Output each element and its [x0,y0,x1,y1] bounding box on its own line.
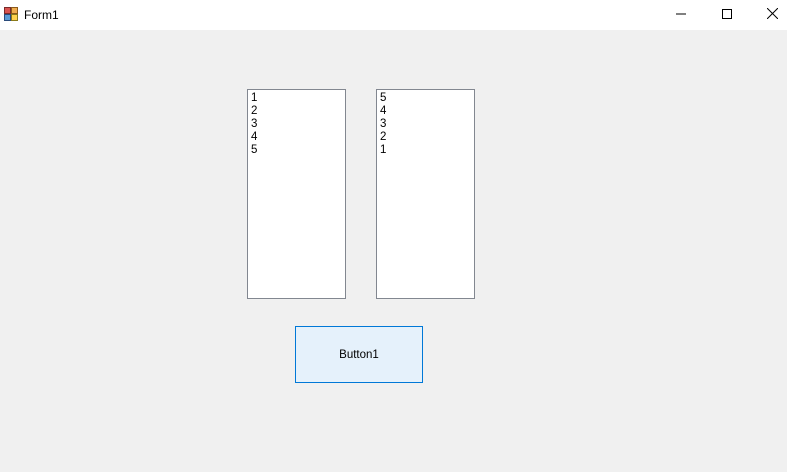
title-bar[interactable]: Form1 [0,0,787,30]
button1[interactable]: Button1 [295,326,423,383]
listbox2-item[interactable]: 1 [380,144,474,157]
button1-label: Button1 [339,348,379,361]
listbox1-item[interactable]: 3 [251,118,345,131]
minimize-button[interactable] [658,0,704,30]
window-title: Form1 [24,8,59,22]
listbox1[interactable]: 1 2 3 4 5 [247,89,346,299]
listbox2-item[interactable]: 4 [380,105,474,118]
form1-window: Form1 1 2 3 4 5 5 4 3 2 1 Button1 [0,0,787,472]
listbox2-item[interactable]: 2 [380,131,474,144]
listbox2-item[interactable]: 5 [380,92,474,105]
minimize-icon [676,6,686,24]
listbox1-item[interactable]: 5 [251,144,345,157]
listbox2-item[interactable]: 3 [380,118,474,131]
listbox1-item[interactable]: 1 [251,92,345,105]
close-button[interactable] [749,0,787,30]
listbox2[interactable]: 5 4 3 2 1 [376,89,475,299]
listbox1-item[interactable]: 2 [251,105,345,118]
close-icon [766,6,778,24]
maximize-icon [722,6,732,24]
app-icon[interactable] [4,7,18,21]
listbox1-item[interactable]: 4 [251,131,345,144]
maximize-button[interactable] [704,0,750,30]
